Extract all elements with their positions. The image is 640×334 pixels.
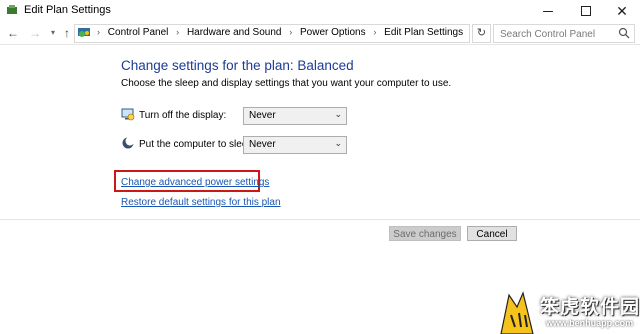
save-changes-button[interactable]: Save changes	[389, 226, 461, 241]
arrow-up-icon: ↑	[64, 26, 70, 40]
watermark-url: www.benhuapp.com	[546, 318, 634, 328]
minimize-button[interactable]	[532, 0, 564, 22]
divider	[0, 219, 640, 220]
arrow-left-icon: ←	[7, 26, 19, 40]
breadcrumb-control-panel[interactable]: Control Panel	[108, 27, 169, 38]
search-box[interactable]	[493, 24, 635, 43]
refresh-icon: ↻	[476, 27, 487, 39]
maximize-button[interactable]	[570, 0, 602, 22]
maximize-icon	[581, 6, 591, 16]
address-bar[interactable]: › Control Panel › Hardware and Sound › P…	[74, 24, 526, 43]
breadcrumb-separator: ›	[176, 27, 180, 37]
breadcrumb-separator: ›	[373, 27, 377, 37]
navigation-bar: ← → ▾ ↑ › Control Panel › Hardware and S…	[0, 22, 640, 45]
control-panel-icon	[78, 28, 90, 37]
chevron-down-icon: ▾	[50, 28, 55, 37]
breadcrumb: › Control Panel › Hardware and Sound › P…	[97, 27, 463, 38]
search-input[interactable]	[498, 26, 614, 43]
breadcrumb-power-options[interactable]: Power Options	[300, 27, 366, 38]
back-button[interactable]: ←	[6, 25, 20, 41]
title-bar: Edit Plan Settings ✕	[0, 0, 640, 22]
display-timeout-label: Turn off the display:	[139, 110, 227, 121]
advanced-power-settings-link[interactable]: Change advanced power settings	[121, 177, 269, 188]
sleep-timeout-select[interactable]: Never ⌄	[243, 136, 347, 154]
sleep-timeout-value: Never	[249, 139, 276, 150]
breadcrumb-hardware-and-sound[interactable]: Hardware and Sound	[187, 27, 282, 38]
page-subtitle: Choose the sleep and display settings th…	[121, 78, 452, 89]
restore-defaults-link[interactable]: Restore default settings for this plan	[121, 197, 281, 208]
breadcrumb-edit-plan-settings[interactable]: Edit Plan Settings	[384, 27, 463, 38]
breadcrumb-separator: ›	[97, 27, 100, 37]
watermark-text: 笨虎软件园	[540, 297, 640, 318]
minimize-icon	[543, 10, 553, 12]
arrow-right-icon: →	[29, 26, 41, 40]
up-button[interactable]: ↑	[60, 25, 74, 41]
window-title: Edit Plan Settings	[24, 4, 111, 16]
breadcrumb-separator: ›	[289, 27, 293, 37]
forward-button[interactable]: →	[28, 25, 42, 41]
search-icon	[618, 27, 630, 39]
close-icon: ✕	[616, 3, 628, 19]
chevron-down-icon: ⌄	[334, 138, 342, 148]
chevron-down-icon: ⌄	[334, 109, 342, 119]
refresh-button[interactable]: ↻	[472, 24, 491, 43]
cancel-button[interactable]: Cancel	[467, 226, 517, 241]
display-timeout-select[interactable]: Never ⌄	[243, 107, 347, 125]
power-options-icon	[7, 5, 17, 14]
monitor-icon	[121, 108, 135, 121]
close-button[interactable]: ✕	[606, 0, 638, 22]
sleep-timeout-label: Put the computer to sleep:	[139, 139, 256, 150]
moon-sleep-icon	[122, 136, 135, 149]
page-title: Change settings for the plan: Balanced	[121, 58, 354, 73]
display-timeout-value: Never	[249, 110, 276, 121]
recent-locations-button[interactable]: ▾	[46, 25, 60, 41]
